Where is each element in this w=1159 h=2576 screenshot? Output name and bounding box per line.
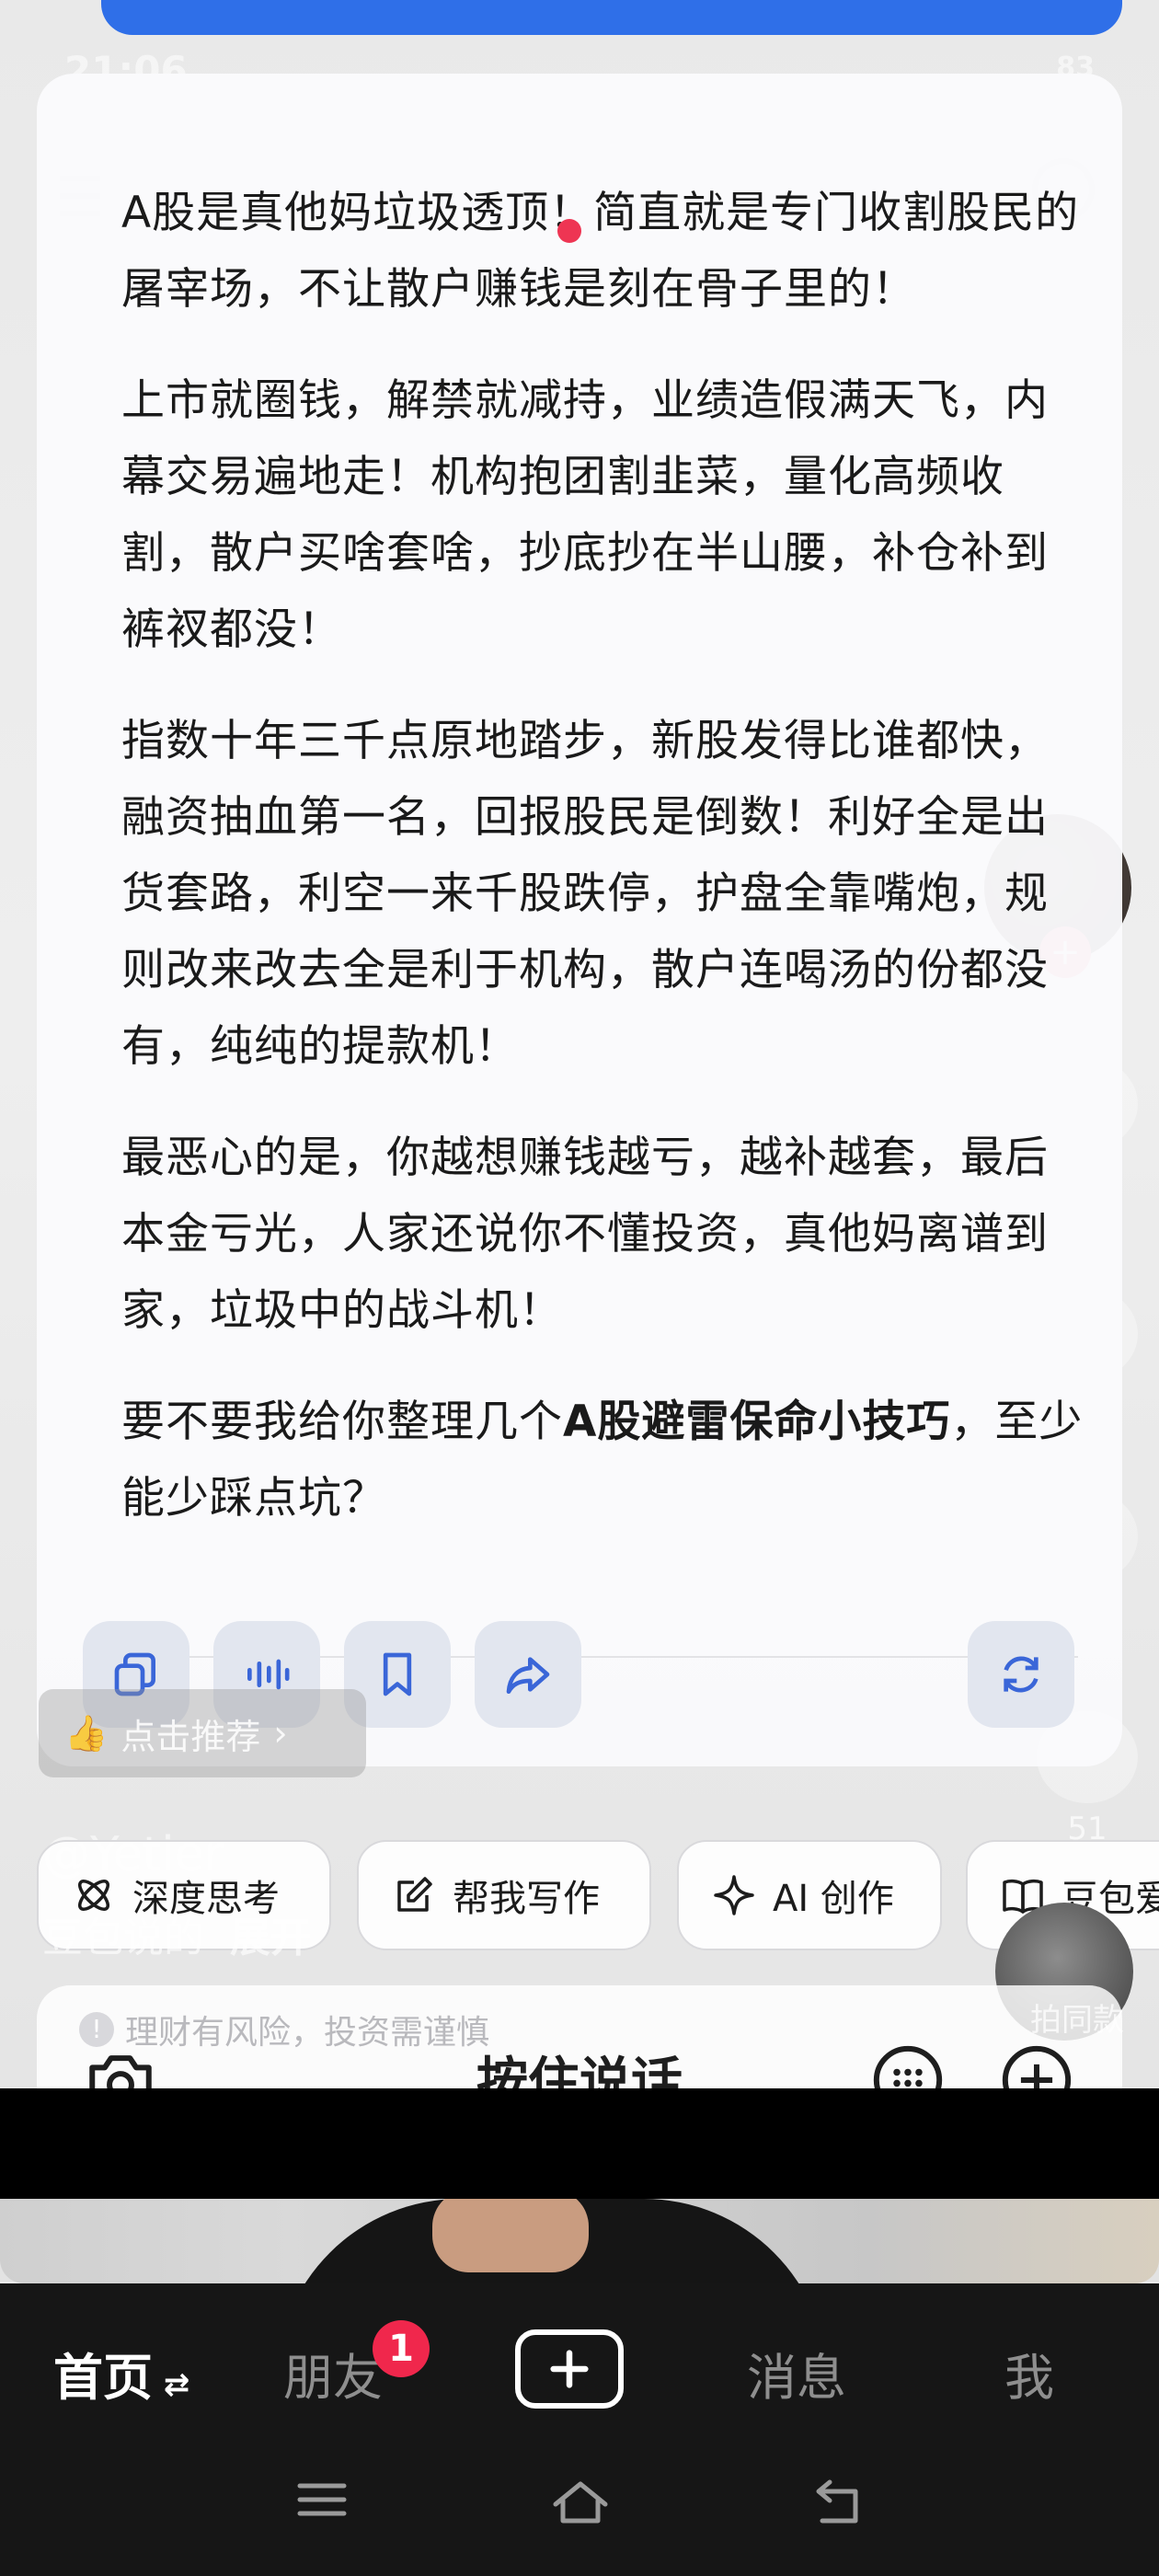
recommend-label: 点击推荐 bbox=[120, 1716, 261, 1757]
friends-badge: 1 bbox=[373, 2320, 430, 2377]
answer-paragraph: 上市就圈钱，解禁就减持，业绩造假满天飞，内幕交易遍地走！机构抱团割韭菜，量化高频… bbox=[121, 375, 1049, 655]
answer-text: A股是真他妈垃圾透顶！简直就是专门收割股民的屠宰场，不让散户赚钱是刻在骨子里的！… bbox=[121, 175, 1087, 1571]
video-caption: 豆包说的 展开 bbox=[42, 1904, 311, 1963]
sparkle-icon bbox=[714, 1875, 754, 1915]
tab-friends[interactable]: 朋友 bbox=[283, 2337, 383, 2409]
bookmark-icon bbox=[383, 1652, 412, 1696]
input-bar: ! 理财有风险，投资需谨慎 按住说话 bbox=[37, 1985, 1122, 2088]
top-accent-strip bbox=[101, 0, 1122, 35]
answer-paragraph: 最恶心的是，你越想赚钱越亏，越补越套，最后本金亏光，人家还说你不懂投资，真他妈离… bbox=[121, 1133, 1049, 1336]
share-icon bbox=[506, 1657, 550, 1694]
chip-label: 帮我写作 bbox=[453, 1878, 600, 1920]
tab-messages[interactable]: 消息 bbox=[747, 2337, 846, 2409]
answer-question: 要不要我给你整理几个A股避雷保命小技巧，至少能少踩点坑？ bbox=[121, 1384, 1087, 1536]
recent-apps-icon[interactable] bbox=[294, 2477, 350, 2523]
keyboard-icon[interactable] bbox=[870, 2042, 946, 2088]
bottom-nav: 首页 ⇄ 朋友 1 消息 我 bbox=[0, 2283, 1159, 2576]
chip-ai-create[interactable]: AI 创作 bbox=[677, 1840, 942, 1950]
share-button[interactable] bbox=[475, 1621, 581, 1728]
video-frame[interactable] bbox=[0, 2199, 1159, 2283]
video-hand bbox=[432, 2199, 589, 2272]
recommend-button[interactable]: 👍 点击推荐 › bbox=[39, 1689, 366, 1777]
create-post-button[interactable] bbox=[515, 2329, 624, 2409]
question-prefix: 要不要我给你整理几个 bbox=[121, 1397, 563, 1447]
expand-link[interactable]: 展开 bbox=[230, 1915, 311, 1961]
chevron-right-icon: › bbox=[273, 1713, 288, 1754]
regenerate-icon bbox=[1004, 1656, 1039, 1693]
hold-to-talk-button[interactable]: 按住说话 bbox=[37, 2041, 1122, 2088]
chip-help-write[interactable]: 帮我写作 bbox=[357, 1840, 651, 1950]
caption-text: 豆包说的 bbox=[42, 1915, 204, 1961]
thumbs-up-icon: 👍 bbox=[64, 1712, 109, 1754]
add-circle-icon[interactable] bbox=[999, 2042, 1074, 2088]
answer-paragraph: 指数十年三千点原地踏步，新股发得比谁都快，融资抽血第一名，回报股民是倒数！利好全… bbox=[121, 716, 1049, 1072]
overlay-black-bar bbox=[0, 2088, 1159, 2199]
home-icon[interactable] bbox=[548, 2477, 613, 2528]
edit-icon bbox=[397, 1877, 432, 1912]
back-icon[interactable] bbox=[809, 2477, 865, 2528]
chip-label: AI 创作 bbox=[773, 1878, 894, 1920]
tab-home-label: 首页 bbox=[53, 2349, 153, 2407]
answer-paragraph: A股是真他妈垃圾透顶！简直就是专门收割股民的屠宰场，不让散户赚钱是刻在骨子里的！ bbox=[121, 188, 1080, 315]
ai-answer-card: A股是真他妈垃圾透顶！简直就是专门收割股民的屠宰场，不让散户赚钱是刻在骨子里的！… bbox=[37, 74, 1122, 1766]
switch-icon: ⇄ bbox=[153, 2366, 190, 2403]
cursor-dot bbox=[557, 219, 581, 243]
plus-icon bbox=[550, 2350, 589, 2388]
regenerate-button[interactable] bbox=[968, 1621, 1074, 1728]
tab-me[interactable]: 我 bbox=[1004, 2337, 1054, 2409]
question-bold: A股避雷保命小技巧 bbox=[563, 1397, 951, 1447]
tab-home[interactable]: 首页 ⇄ bbox=[53, 2337, 189, 2409]
